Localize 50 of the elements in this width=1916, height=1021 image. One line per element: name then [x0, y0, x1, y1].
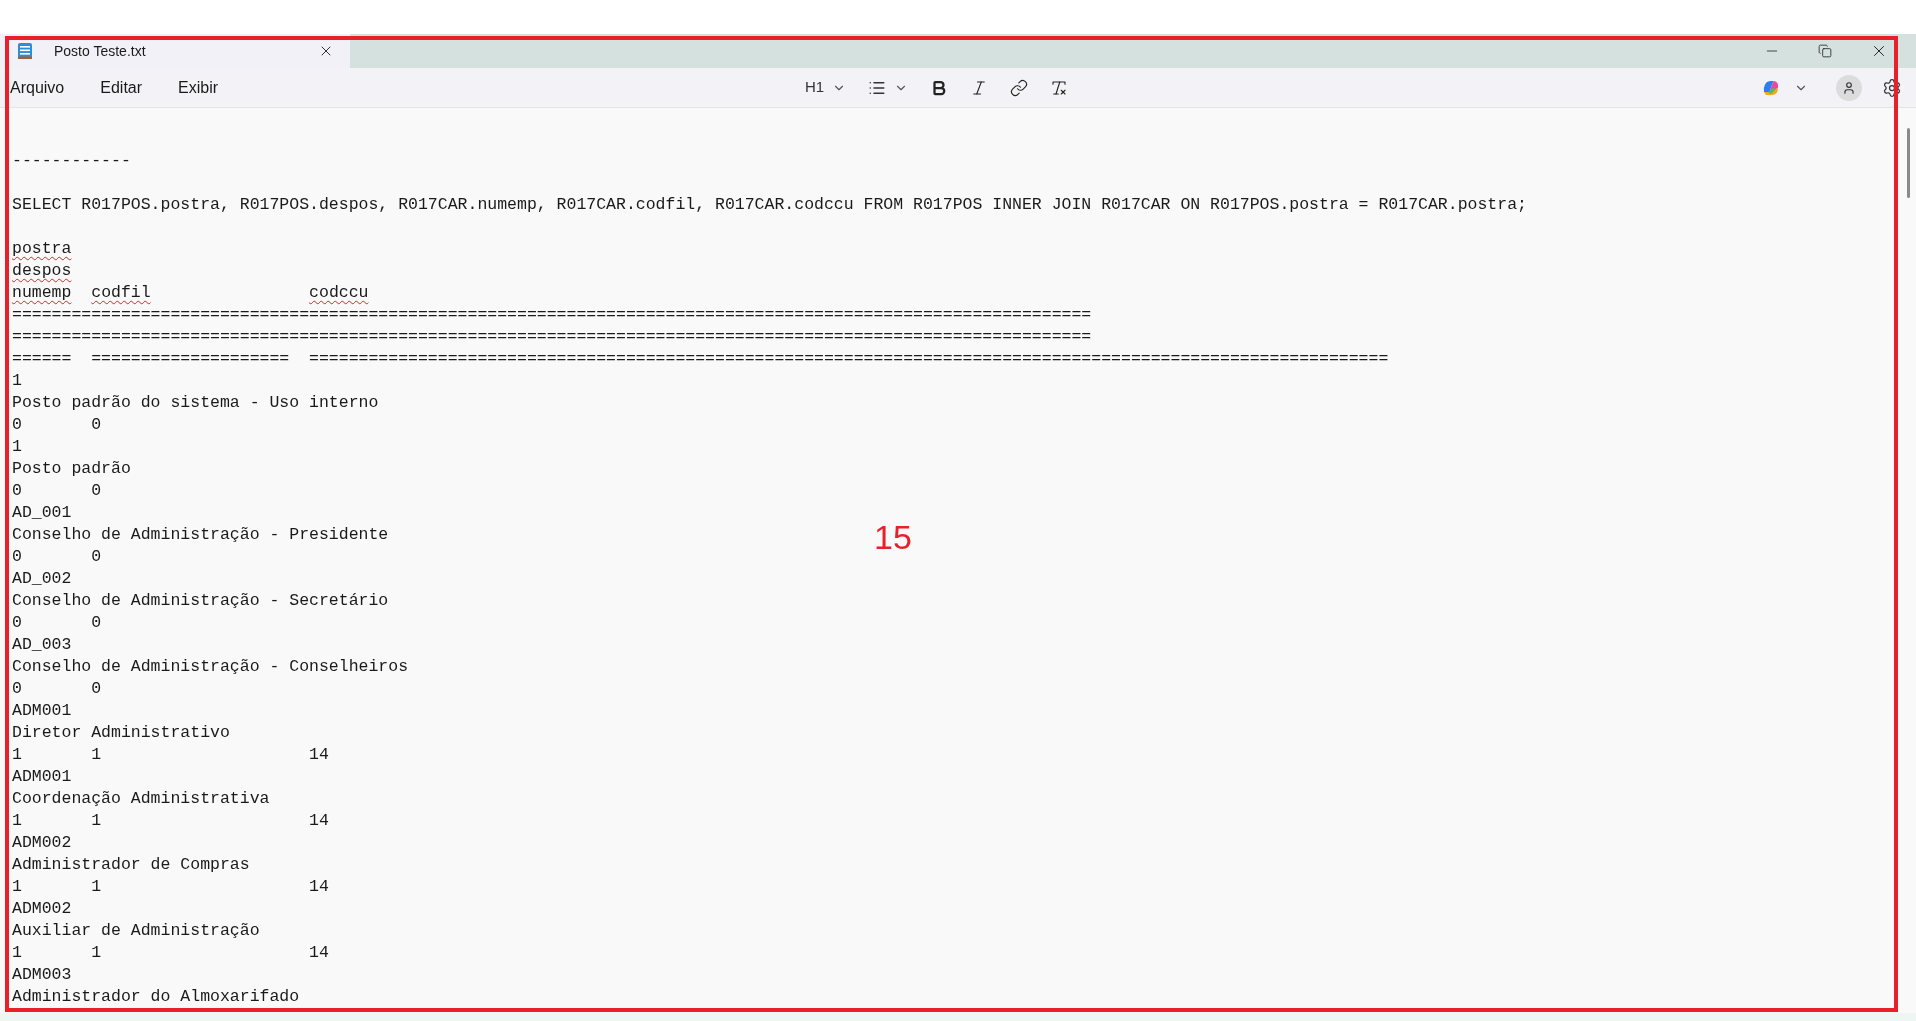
text-line: Conselho de Administração - Conselheiros [12, 656, 409, 678]
text-line: Auxiliar de Administração [12, 920, 260, 942]
text-line: Diretor Administrativo [12, 722, 230, 744]
scrollbar-thumb[interactable] [1907, 128, 1910, 198]
account-avatar[interactable] [1836, 74, 1862, 101]
text-line: 0 0 [12, 546, 102, 568]
notepad-icon [16, 42, 34, 60]
text-line: Conselho de Administração - Secretário [12, 590, 389, 612]
text-line: AD_002 [12, 568, 72, 590]
menu-item[interactable]: Editar [100, 75, 143, 100]
text-line: 1 1 14 [12, 942, 329, 964]
text-line: SELECT R017POS.postra, R017POS.despos, R017CAR.numemp, R017CAR.codfil, R017CAR.codccu FROM R017POS INNER JOIN R017CAR ON R017POS.postra = R017CAR.postra; [12, 194, 1527, 216]
text-line: AD_003 [12, 634, 72, 656]
text-line: ADM003 [12, 964, 72, 986]
text-line: 0 0 [12, 612, 102, 634]
text-line: 0 0 [12, 480, 102, 502]
heading-dropdown[interactable]: H1 [805, 76, 847, 99]
text-line: Coordenação Administrativa [12, 788, 270, 810]
text-line: despos [12, 260, 72, 282]
text-line: numemp codfil codccu [12, 282, 369, 304]
text-line: ADM002 [12, 832, 72, 854]
text-line: 1 [12, 370, 22, 392]
text-line: 1 1 14 [12, 876, 329, 898]
text-line: Administrador do Almoxarifado [12, 986, 300, 1008]
text-line: ============================================================================================================= [12, 304, 1092, 326]
text-line: ADM002 [12, 898, 72, 920]
text-line: 1 1 14 [12, 810, 329, 832]
text-line: Posto padrão do sistema - Uso interno [12, 392, 379, 414]
text-line: ------------ [12, 150, 131, 172]
text-line: AD_001 [12, 502, 72, 524]
text-line: Posto padrão [12, 458, 131, 480]
menu-item[interactable]: Arquivo [10, 75, 65, 100]
text-line: ADM001 [12, 766, 72, 788]
link-icon[interactable] [1010, 78, 1029, 97]
text-line: ====== ==================== ============================================================================================================= [12, 348, 1389, 370]
annotation-label: 15 [874, 517, 912, 558]
text-line: postra [12, 238, 72, 260]
restore-icon[interactable] [1818, 44, 1832, 58]
text-line: Administrador de Compras [12, 854, 250, 876]
text-line: ============================================================================================================= [12, 326, 1092, 348]
text-line: 0 0 [12, 414, 102, 436]
clear-formatting-icon[interactable] [1050, 78, 1069, 97]
menu-item[interactable]: Exibir [178, 75, 219, 100]
text-line: 1 [12, 436, 22, 458]
text-line: Conselho de Administração - Presidente [12, 524, 389, 546]
text-line: 1 1 14 [12, 744, 329, 766]
settings-icon[interactable] [1882, 77, 1902, 98]
tab-title: Posto Teste.txt [54, 41, 146, 61]
text-line: 0 0 [12, 678, 102, 700]
text-line: ADM001 [12, 700, 72, 722]
